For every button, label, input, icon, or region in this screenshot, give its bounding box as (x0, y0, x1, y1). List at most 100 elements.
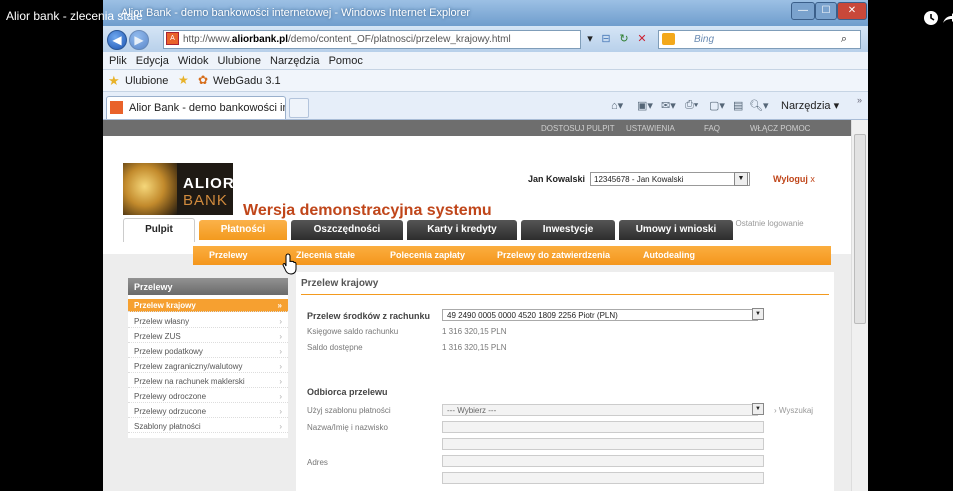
sidebar-item-przelew-wlasny[interactable]: Przelew własny › (128, 315, 288, 328)
sidebar-item-przelew-podatkowy[interactable]: Przelew podatkowy › (128, 345, 288, 358)
compat-view-icon[interactable]: ⊟ (599, 32, 613, 46)
address-bar: ◀ ▶ http://www.aliorbank.pl/demo/content… (103, 26, 868, 52)
tab-umowy-i-wnioski[interactable]: Umowy i wnioski (619, 220, 733, 240)
tab-platnosci[interactable]: Płatności (199, 220, 287, 240)
link-wlacz-pomoc[interactable]: WŁĄCZ POMOC (750, 124, 810, 133)
sidebar-item-przelewy-odroczone[interactable]: Przelewy odroczone › (128, 390, 288, 403)
webgadu-icon: ✿ (198, 73, 209, 87)
chevron-down-icon[interactable]: ▼ (752, 308, 764, 320)
sidebar-item-przelewy-odrzucone[interactable]: Przelewy odrzucone › (128, 405, 288, 418)
tools-menu[interactable]: Narzędzia ▾ (781, 99, 839, 112)
logo-text-bank: BANK (183, 192, 228, 209)
account-select[interactable]: 12345678 - Jan Kowalski (590, 172, 750, 186)
forward-button[interactable]: ▶ (129, 30, 149, 50)
tab-favicon (110, 101, 123, 114)
feeds-icon[interactable]: ▣▾ (637, 99, 653, 112)
vertical-scrollbar[interactable] (851, 120, 868, 491)
link-dostosuj-pulpit[interactable]: DOSTOSUJ PULPIT (541, 124, 615, 133)
window-title: Alior Bank - demo bankowości internetowe… (103, 0, 868, 26)
mail-icon[interactable]: ✉▾ (661, 99, 676, 112)
page-content: DOSTOSUJ PULPIT USTAWIENIA FAQ WŁĄCZ POM… (103, 120, 851, 491)
from-account-label: Przelew środków z rachunku (307, 311, 431, 321)
chevron-down-icon[interactable]: ▼ (752, 403, 764, 415)
page-title: Przelew krajowy (301, 278, 379, 289)
chevron-right-icon: › (279, 407, 282, 416)
close-button[interactable]: ✕ (837, 2, 867, 20)
chevron-right-icon: » (277, 301, 282, 310)
available-balance-value: 1 316 320,15 PLN (442, 343, 507, 352)
chevron-right-icon: › (279, 392, 282, 401)
sidebar-item-przelew-krajowy[interactable]: Przelew krajowy» (128, 299, 288, 312)
menu-item-widok[interactable]: Widok (178, 55, 209, 67)
search-icon[interactable]: ⌕ (837, 32, 851, 46)
clock-icon[interactable] (923, 10, 939, 26)
chevron-right-icon: › (279, 377, 282, 386)
sidebar-item-szablony-platnosci[interactable]: Szablony płatności › (128, 420, 288, 433)
from-account-select[interactable]: 49 2490 0005 0000 4520 1809 2256 Piotr (… (442, 309, 758, 321)
share-icon[interactable] (941, 10, 953, 26)
search-link[interactable]: › Wyszukaj (774, 406, 813, 415)
subnav-przelewy[interactable]: Przelewy (209, 250, 248, 260)
site-top-bar: DOSTOSUJ PULPIT USTAWIENIA FAQ WŁĄCZ POM… (103, 120, 851, 136)
recipient-section-title: Odbiorca przelewu (307, 387, 388, 397)
tab-karty-i-kredyty[interactable]: Karty i kredyty (407, 220, 517, 240)
logout-link[interactable]: Wyloguj x (773, 174, 815, 184)
link-ustawienia[interactable]: USTAWIENIA (626, 124, 675, 133)
search-input[interactable]: Bing (658, 30, 861, 49)
print-icon[interactable]: ⎙▾ (685, 99, 698, 112)
subnav-polecenia-zaplaty[interactable]: Polecenia zapłaty (390, 250, 465, 260)
transfer-form: Przelew krajowy Przelew środków z rachun… (296, 272, 834, 491)
menu-item-narzedzia[interactable]: Narzędzia (270, 55, 320, 67)
url-dropdown-icon[interactable]: ▾ (583, 32, 597, 46)
maximize-button[interactable]: ☐ (815, 2, 837, 20)
url-input[interactable]: http://www.aliorbank.pl/demo/content_OF/… (163, 30, 581, 49)
chevron-down-icon[interactable]: ▼ (734, 172, 748, 186)
template-select[interactable]: --- Wybierz --- (442, 404, 758, 416)
address-input-2[interactable] (442, 472, 764, 484)
menu-item-ulubione[interactable]: Ulubione (218, 55, 261, 67)
alior-logo[interactable]: ALIOR BANK (123, 163, 233, 215)
menu-item-plik[interactable]: Plik (109, 55, 127, 67)
subnav-przelewy-do-zatwierdzenia[interactable]: Przelewy do zatwierdzenia (497, 250, 610, 260)
menu-item-edycja[interactable]: Edycja (136, 55, 169, 67)
sidebar-header: Przelewy (128, 278, 288, 295)
tab-alior[interactable]: Alior Bank - demo bankowości intern... (106, 96, 286, 119)
chevron-right-icon[interactable]: » (857, 95, 862, 105)
chevron-right-icon: › (279, 317, 282, 326)
favorites-button[interactable]: Ulubione (125, 75, 168, 87)
logo-head-icon (123, 163, 177, 215)
book-balance-label: Księgowe saldo rachunku (307, 327, 399, 336)
user-name: Jan Kowalski (528, 174, 586, 184)
stop-icon[interactable]: ✕ (635, 32, 649, 46)
recipient-name-input[interactable] (442, 421, 764, 433)
back-button[interactable]: ◀ (107, 30, 127, 50)
favorites-star-icon: ★ (108, 73, 120, 88)
refresh-icon[interactable]: ↻ (617, 32, 631, 46)
safety-icon[interactable]: ▤ (733, 99, 743, 112)
subnav-zlecenia-stale[interactable]: Zlecenia stałe (296, 250, 355, 260)
home-icon[interactable]: ⌂▾ (611, 99, 623, 112)
address-input[interactable] (442, 455, 764, 467)
sidebar-item-przelew-zagraniczny[interactable]: Przelew zagraniczny/walutowy › (128, 360, 288, 373)
tab-inwestycje[interactable]: Inwestycje (521, 220, 615, 240)
address-label: Adres (307, 458, 328, 467)
minimize-button[interactable]: — (791, 2, 815, 20)
tab-oszczednosci[interactable]: Oszczędności (291, 220, 403, 240)
new-tab-button[interactable] (289, 98, 309, 118)
tab-pulpit[interactable]: Pulpit (123, 218, 195, 242)
recipient-name-input-2[interactable] (442, 438, 764, 450)
title-divider (301, 294, 829, 295)
main-nav: Pulpit Płatności Oszczędności Karty i kr… (103, 218, 851, 246)
webgadu-link[interactable]: WebGadu 3.1 (213, 75, 281, 87)
video-title: Alior bank - zlecenia stałe (6, 9, 143, 23)
zoom-icon[interactable]: 🔍︎▾ (749, 99, 769, 112)
sidebar-item-przelew-maklerski[interactable]: Przelew na rachunek maklerski › (128, 375, 288, 388)
menu-item-pomoc[interactable]: Pomoc (329, 55, 363, 67)
link-faq[interactable]: FAQ (704, 124, 720, 133)
add-favorite-icon[interactable]: ★ (178, 73, 189, 87)
sidebar: Przelewy Przelew krajowy» Przelew własny… (128, 278, 288, 438)
template-label: Użyj szablonu płatności (307, 406, 391, 415)
page-icon[interactable]: ▢▾ (709, 99, 725, 112)
sidebar-item-przelew-zus[interactable]: Przelew ZUS › (128, 330, 288, 343)
subnav-autodealing[interactable]: Autodealing (643, 250, 695, 260)
